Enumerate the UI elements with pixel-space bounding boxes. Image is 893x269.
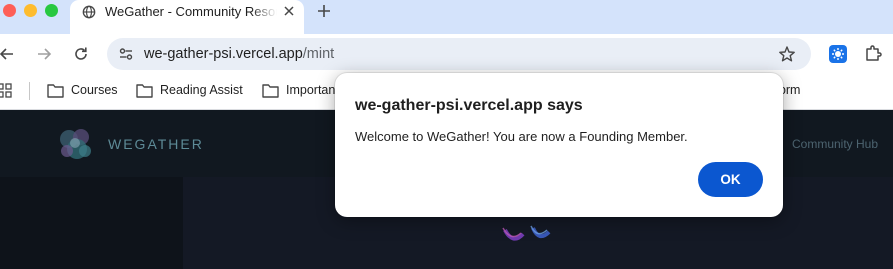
close-tab-icon[interactable]	[282, 4, 296, 18]
forward-arrow-icon[interactable]	[35, 45, 53, 63]
new-tab-icon[interactable]	[316, 3, 332, 19]
folder-icon	[47, 84, 64, 98]
address-bar[interactable]: we-gather-psi.vercel.app/mint	[107, 38, 811, 70]
maximize-window-button[interactable]	[45, 4, 58, 17]
bookmark-label: Courses	[71, 83, 118, 97]
folder-icon	[262, 84, 279, 98]
url-path: /mint	[302, 46, 335, 62]
extension-icon[interactable]	[829, 45, 847, 63]
tab-strip: WeGather - Community Resources	[0, 0, 893, 34]
url-text: we-gather-psi.vercel.app/mint	[144, 46, 334, 62]
folder-icon	[136, 84, 153, 98]
dialog-title: we-gather-psi.vercel.app says	[355, 97, 583, 114]
alert-dialog: we-gather-psi.vercel.app says Welcome to…	[335, 73, 783, 217]
browser-toolbar: we-gather-psi.vercel.app/mint	[0, 34, 893, 74]
back-arrow-icon[interactable]	[0, 45, 16, 63]
close-window-button[interactable]	[3, 4, 16, 17]
globe-icon	[82, 5, 96, 19]
minimize-window-button[interactable]	[24, 4, 37, 17]
site-settings-icon[interactable]	[118, 46, 134, 62]
apps-grid-icon[interactable]	[0, 83, 13, 99]
bookmark-star-icon[interactable]	[778, 45, 796, 63]
url-host: we-gather-psi.vercel.app	[144, 46, 303, 62]
ok-button[interactable]: OK	[698, 162, 763, 197]
dialog-message: Welcome to WeGather! You are now a Found…	[355, 129, 688, 144]
extensions-puzzle-icon[interactable]	[864, 44, 882, 62]
bookmark-label: Reading Assist	[160, 83, 243, 97]
bookmarks-divider	[29, 82, 30, 100]
reload-icon[interactable]	[72, 45, 90, 63]
tab-title: WeGather - Community Resources	[105, 4, 277, 19]
site-brand[interactable]: WEGATHER	[108, 136, 204, 152]
bookmark-label: Importan	[286, 83, 336, 97]
wegather-logo-icon[interactable]	[55, 125, 97, 163]
active-tab[interactable]: WeGather - Community Resources	[70, 0, 304, 34]
nav-link-community-hub[interactable]: Community Hub	[792, 137, 878, 151]
